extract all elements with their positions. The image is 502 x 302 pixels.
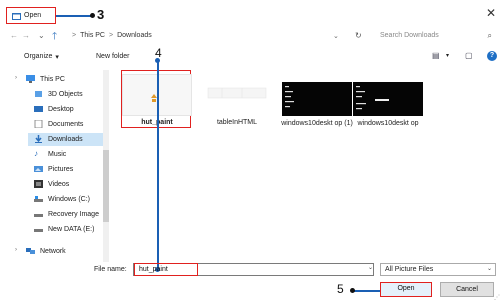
breadcrumb-separator: > xyxy=(109,32,114,39)
preview-pane-icon[interactable]: ▢ xyxy=(465,51,473,60)
file-name: windows10deskt op xyxy=(357,120,419,127)
table-image-icon xyxy=(207,87,267,99)
new-folder-button[interactable]: New folder xyxy=(96,53,129,60)
sidebar-item-label: 3D Objects xyxy=(48,90,83,98)
breadcrumb-this-pc[interactable]: This PC xyxy=(80,32,105,39)
navigation-pane: This PC 3D Objects Desktop Documents Dow… xyxy=(24,72,114,262)
sidebar-item-this-pc[interactable]: This PC xyxy=(26,72,65,86)
sidebar-item-windows-c[interactable]: Windows (C:) xyxy=(34,192,90,206)
annotation-3-dot xyxy=(90,13,95,18)
sidebar-item-label: Windows (C:) xyxy=(48,195,91,203)
annotation-5-dot xyxy=(350,288,355,293)
annotation-4-line xyxy=(157,62,159,270)
drive-icon xyxy=(34,196,43,202)
sidebar-item-desktop[interactable]: Desktop xyxy=(34,102,74,116)
open-button[interactable]: Open xyxy=(380,282,432,297)
organize-button[interactable]: Organize ▾ xyxy=(24,53,59,61)
sidebar-item-3d-objects[interactable]: 3D Objects xyxy=(34,87,83,101)
pc-icon xyxy=(26,75,35,83)
sidebar-item-downloads[interactable]: Downloads xyxy=(34,132,83,146)
window-title: Open xyxy=(24,12,42,19)
sidebar-item-label: Network xyxy=(40,247,66,255)
address-bar: ← → ⌄ 🡑 > This PC > Downloads ⌄ ↻ Search… xyxy=(0,28,502,46)
annotation-5-line xyxy=(352,290,380,292)
cancel-button[interactable]: Cancel xyxy=(440,282,494,297)
chevron-down-icon: ▾ xyxy=(55,54,59,61)
network-icon xyxy=(26,248,35,254)
sidebar-item-label: New DATA (E:) xyxy=(48,225,95,233)
file-type-select[interactable]: All Picture Files ⌄ xyxy=(380,263,496,276)
file-name: windows10deskt op (1) xyxy=(281,120,353,127)
breadcrumb-downloads[interactable]: Downloads xyxy=(117,32,152,39)
title-highlight: Open xyxy=(6,7,56,24)
pictures-icon xyxy=(34,166,43,172)
chevron-down-icon: ⌄ xyxy=(486,266,492,272)
toolbar: Organize ▾ New folder ▤ ▾ ▢ ? xyxy=(0,49,502,67)
sidebar-item-label: Desktop xyxy=(48,105,74,113)
videos-icon xyxy=(34,180,43,188)
resize-grip-icon[interactable]: ⋰ xyxy=(494,294,500,301)
documents-icon xyxy=(34,120,43,128)
close-icon[interactable]: ✕ xyxy=(486,6,496,20)
address-dropdown-icon[interactable]: ⌄ xyxy=(333,32,339,40)
recent-chevron-icon[interactable]: ⌄ xyxy=(38,31,45,40)
sidebar-item-videos[interactable]: Videos xyxy=(34,177,69,191)
sidebar-item-pictures[interactable]: Pictures xyxy=(34,162,73,176)
search-box[interactable]: Search Downloads ⌕ xyxy=(376,30,496,44)
organize-label: Organize xyxy=(24,53,53,60)
sidebar-item-label: Recovery Image xyxy=(48,210,99,218)
search-icon: ⌕ xyxy=(487,31,492,40)
download-icon xyxy=(35,135,42,143)
file-type-value: All Picture Files xyxy=(385,266,434,273)
file-item-windows10desktop-1[interactable]: windows10deskt op (1) xyxy=(281,72,353,128)
breadcrumb-separator: > xyxy=(72,32,77,39)
title-bar: Open 3 ✕ xyxy=(0,0,502,28)
file-item-windows10desktop[interactable]: windows10deskt op xyxy=(353,72,423,128)
breadcrumb: > This PC > Downloads xyxy=(72,32,152,39)
view-options-icon[interactable]: ▤ xyxy=(432,51,440,60)
sidebar-item-network[interactable]: Network xyxy=(26,244,66,258)
file-name-value: hut_paint xyxy=(139,266,168,273)
sidebar-item-label: Pictures xyxy=(48,165,74,173)
forward-arrow-icon[interactable]: → xyxy=(22,31,30,40)
file-item-tableinhtml[interactable]: tableInHTML xyxy=(202,72,272,128)
sidebar-item-label: Documents xyxy=(48,120,84,128)
folder-app-icon xyxy=(12,12,21,20)
terminal-image-icon xyxy=(285,86,294,108)
sidebar-item-new-data-e[interactable]: New DATA (E:) xyxy=(34,222,94,236)
file-name: tableInHTML xyxy=(216,119,258,126)
file-name-highlight[interactable]: hut_paint xyxy=(134,263,198,276)
sidebar-item-recovery-image[interactable]: Recovery Image xyxy=(34,207,99,221)
sidebar-item-label: Downloads xyxy=(48,135,83,143)
refresh-icon[interactable]: ↻ xyxy=(355,31,362,40)
file-thumbnail xyxy=(353,82,423,116)
annotation-3-line xyxy=(56,15,92,17)
sidebar-item-label: Videos xyxy=(48,180,70,188)
sidebar-item-documents[interactable]: Documents xyxy=(34,117,83,131)
chevron-down-icon[interactable]: ▾ xyxy=(446,52,449,59)
expand-chevron-icon[interactable]: › xyxy=(15,75,17,81)
sidebar-scroll-thumb[interactable] xyxy=(103,150,109,222)
terminal-image-icon xyxy=(356,86,389,110)
expand-chevron-icon[interactable]: › xyxy=(15,247,17,253)
up-arrow-icon[interactable]: 🡑 xyxy=(52,29,57,46)
search-input[interactable]: Search Downloads xyxy=(380,32,439,39)
file-name-dropdown-icon[interactable]: ⌄ xyxy=(368,264,373,271)
sidebar-item-label: Music xyxy=(48,150,67,158)
file-thumbnail xyxy=(282,82,352,116)
annotation-4-dot xyxy=(155,58,160,63)
drive-icon xyxy=(34,229,43,232)
music-icon: ♪ xyxy=(34,149,38,158)
file-thumbnail xyxy=(202,74,272,116)
annotation-3-number: 3 xyxy=(97,7,105,22)
annotation-5-number: 5 xyxy=(337,282,344,296)
file-name-label: File name: xyxy=(94,266,127,273)
sidebar-item-label: This PC xyxy=(40,75,65,83)
drive-icon xyxy=(34,214,43,217)
desktop-icon xyxy=(34,106,43,112)
help-icon[interactable]: ? xyxy=(487,51,497,61)
cube-icon xyxy=(35,91,42,97)
back-arrow-icon[interactable]: ← xyxy=(10,31,18,40)
sidebar-item-music[interactable]: ♪ Music xyxy=(34,147,66,161)
